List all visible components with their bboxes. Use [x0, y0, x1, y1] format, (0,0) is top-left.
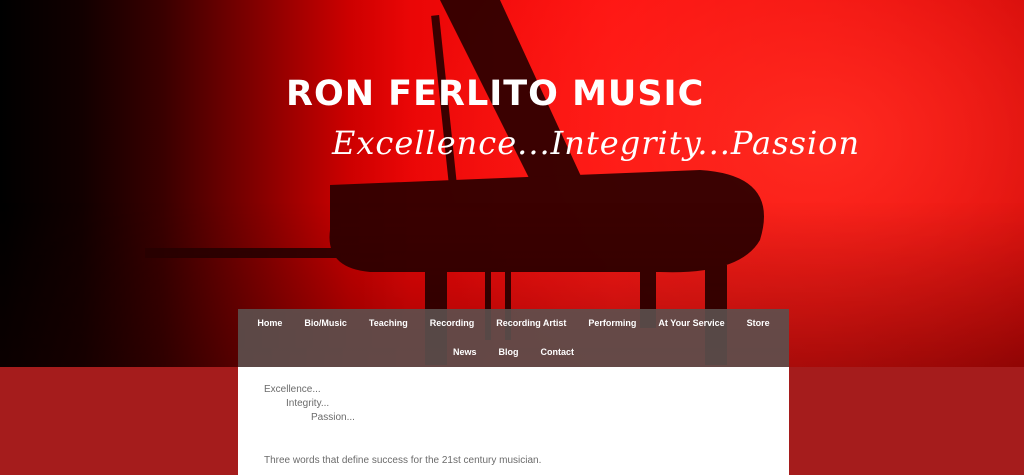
nav-row-secondary: News Blog Contact — [238, 340, 789, 364]
content-panel: Excellence... Integrity... Passion... Th… — [238, 367, 789, 475]
site-tagline: Excellence...Integrity...Passion — [332, 124, 861, 162]
nav-item-blog[interactable]: Blog — [488, 347, 530, 357]
nav-item-bio-music[interactable]: Bio/Music — [293, 318, 358, 328]
word-integrity: Integrity... — [286, 398, 330, 409]
main-navigation: Home Bio/Music Teaching Recording Record… — [238, 309, 789, 367]
nav-item-news[interactable]: News — [442, 347, 488, 357]
word-excellence: Excellence... — [264, 384, 321, 395]
nav-item-at-your-service[interactable]: At Your Service — [647, 318, 735, 328]
nav-item-performing[interactable]: Performing — [577, 318, 647, 328]
site-title[interactable]: RON FERLITO MUSIC — [286, 74, 704, 114]
nav-item-contact[interactable]: Contact — [530, 347, 586, 357]
nav-item-recording[interactable]: Recording — [419, 318, 486, 328]
nav-row-primary: Home Bio/Music Teaching Recording Record… — [238, 311, 789, 335]
intro-text: Three words that define success for the … — [264, 455, 542, 466]
nav-item-teaching[interactable]: Teaching — [358, 318, 419, 328]
nav-item-store[interactable]: Store — [736, 318, 781, 328]
nav-item-recording-artist[interactable]: Recording Artist — [485, 318, 577, 328]
word-passion: Passion... — [311, 412, 355, 423]
nav-item-home[interactable]: Home — [246, 318, 293, 328]
